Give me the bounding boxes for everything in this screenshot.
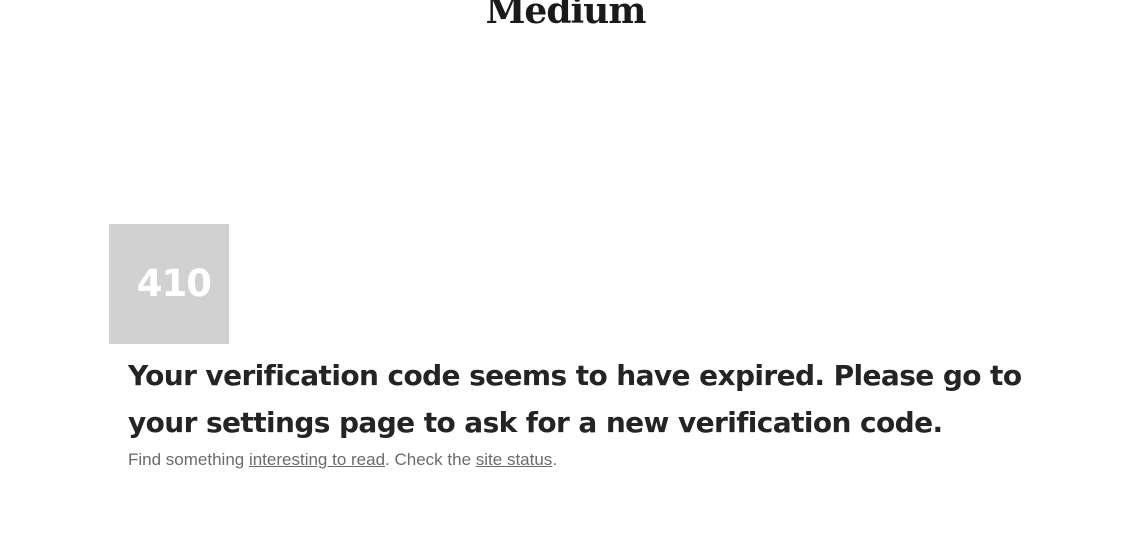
- error-code: 410: [136, 262, 212, 305]
- help-middle: . Check the: [385, 450, 476, 469]
- help-suffix: .: [552, 450, 558, 469]
- site-status-link[interactable]: site status: [476, 450, 553, 469]
- error-code-box: 410: [109, 224, 229, 344]
- medium-logo[interactable]: Medium: [0, 0, 1131, 36]
- interesting-to-read-link[interactable]: interesting to read: [249, 450, 385, 469]
- help-text: Find something interesting to read. Chec…: [128, 449, 557, 471]
- error-message: Your verification code seems to have exp…: [128, 359, 1022, 439]
- help-prefix: Find something: [128, 450, 249, 469]
